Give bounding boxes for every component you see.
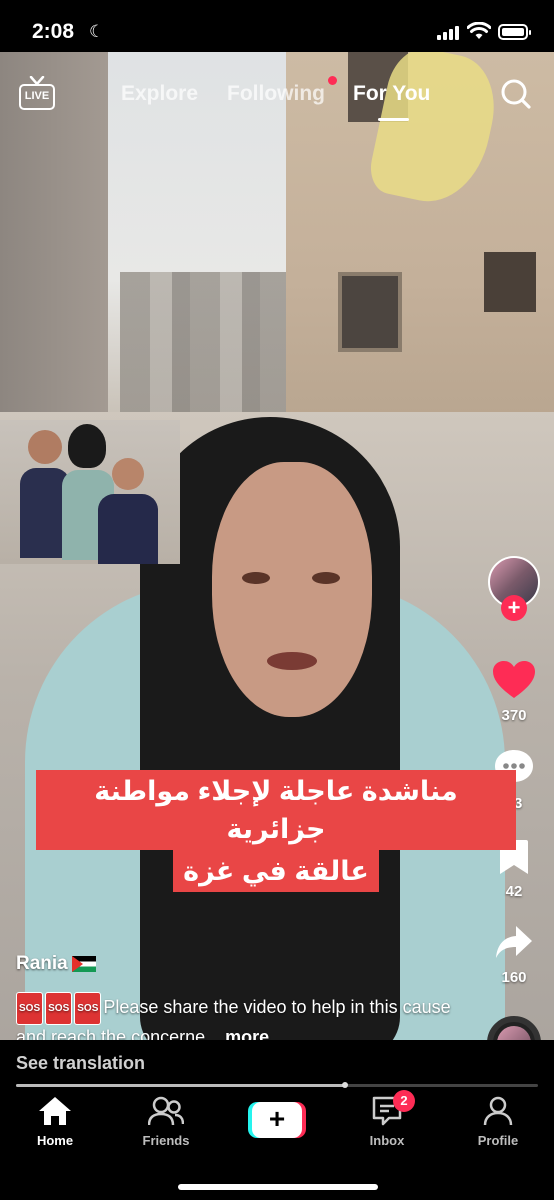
translation-bar: See translation xyxy=(0,1040,554,1088)
wifi-icon xyxy=(467,22,491,39)
home-indicator xyxy=(178,1184,378,1190)
tab-friends-label: Friends xyxy=(142,1133,190,1148)
status-time: 2:08 xyxy=(32,20,75,43)
inset-family-photo xyxy=(0,420,180,564)
sos-emoji-icon: SOS xyxy=(45,992,73,1025)
create-button[interactable]: + xyxy=(248,1102,306,1138)
active-tab-indicator xyxy=(378,118,409,121)
tab-profile[interactable]: Profile xyxy=(458,1096,538,1148)
author-username[interactable]: Rania xyxy=(16,953,68,975)
home-icon xyxy=(39,1097,71,1125)
following-notification-dot xyxy=(328,76,337,85)
tab-home[interactable]: Home xyxy=(15,1096,95,1148)
top-navigation: LIVE Explore Following For You xyxy=(0,72,554,121)
caption-line-1: مناشدة عاجلة لإجلاء مواطنة جزائرية xyxy=(36,770,516,850)
status-bar: 2:08 ☾ xyxy=(0,0,554,52)
follow-button[interactable]: + xyxy=(501,595,527,621)
share-button[interactable]: 160 xyxy=(484,924,544,986)
profile-icon xyxy=(483,1096,513,1126)
author-name[interactable]: Rania xyxy=(16,953,96,975)
video-caption-overlay: مناشدة عاجلة لإجلاء مواطنة جزائرية عالقة… xyxy=(36,770,516,892)
tab-friends[interactable]: Friends xyxy=(126,1096,206,1148)
battery-icon xyxy=(498,24,531,40)
plus-icon: + xyxy=(252,1102,302,1138)
live-icon[interactable]: LIVE xyxy=(19,76,55,110)
palestine-flag-icon xyxy=(71,956,96,972)
like-button[interactable]: 370 xyxy=(484,660,544,724)
live-label: LIVE xyxy=(19,84,55,110)
friends-icon xyxy=(147,1096,185,1126)
tab-for-you[interactable]: For You xyxy=(353,82,430,106)
video-progress-bar[interactable] xyxy=(16,1082,538,1088)
sos-emoji-icon: SOS xyxy=(16,992,44,1025)
see-translation-link[interactable]: See translation xyxy=(16,1053,145,1074)
progress-fill xyxy=(16,1084,345,1087)
tab-explore[interactable]: Explore xyxy=(121,82,198,106)
moon-icon: ☾ xyxy=(89,22,105,41)
share-count: 160 xyxy=(501,969,527,986)
cellular-signal-icon xyxy=(437,24,459,40)
inbox-badge: 2 xyxy=(393,1090,415,1112)
heart-icon[interactable] xyxy=(492,660,536,700)
video-player[interactable] xyxy=(0,52,554,1088)
creator-avatar[interactable]: + xyxy=(484,556,544,621)
tab-home-label: Home xyxy=(36,1133,74,1148)
tab-profile-label: Profile xyxy=(477,1133,519,1148)
caption-line-2: عالقة في غزة xyxy=(173,850,379,892)
tab-inbox[interactable]: 2 Inbox xyxy=(347,1090,427,1148)
sos-emoji-icon: SOS xyxy=(74,992,102,1025)
share-arrow-icon[interactable] xyxy=(494,924,534,962)
search-icon[interactable] xyxy=(500,78,532,110)
like-count: 370 xyxy=(501,707,527,724)
background-city xyxy=(120,272,290,422)
tab-inbox-label: Inbox xyxy=(369,1133,405,1148)
tab-following[interactable]: Following xyxy=(227,82,325,106)
woman-face xyxy=(212,462,372,717)
